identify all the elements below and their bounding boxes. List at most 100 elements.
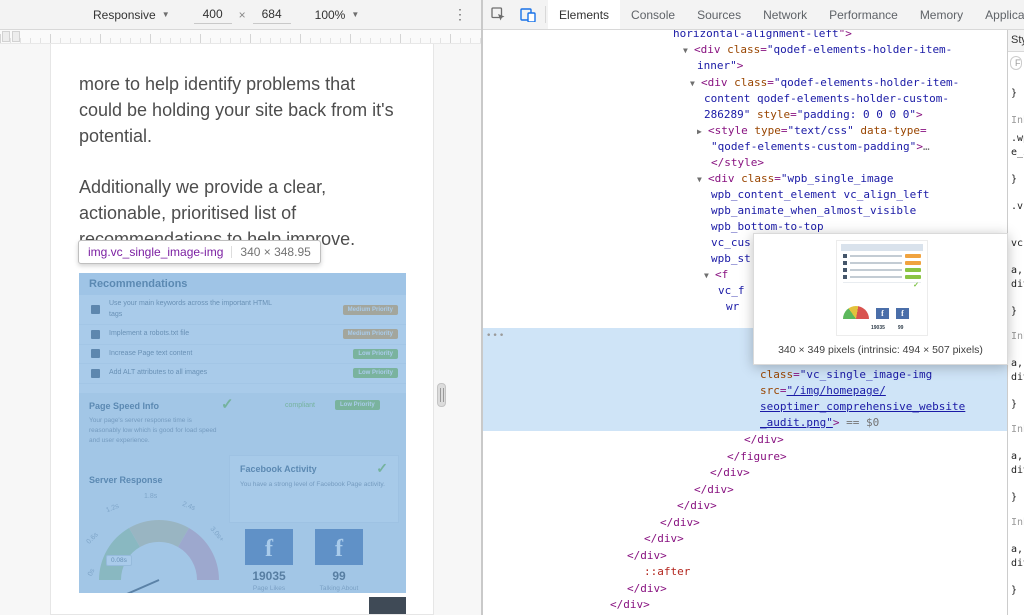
devtools-toolbar: ElementsConsoleSourcesNetworkPerformance… <box>483 0 1024 30</box>
tab-network[interactable]: Network <box>752 0 818 29</box>
dom-tree-line[interactable]: "qodef-elements-custom-padding">… <box>711 139 930 155</box>
dom-tree-line[interactable]: ::after <box>644 564 690 580</box>
image-preview-popup: ✓ f f 19035 99 340 × 349 pixels (intrins… <box>753 233 1008 365</box>
styles-fragment: a, <box>1011 451 1023 462</box>
devtools-tabs: ElementsConsoleSourcesNetworkPerformance… <box>548 0 1024 29</box>
inspect-highlight-overlay <box>79 273 406 593</box>
devtools-pane: ••• horizontal-alignment-left">▼<div cla… <box>483 0 1024 615</box>
node-menu-dots[interactable]: ••• <box>486 331 505 341</box>
styles-fragments: }Inh.wpe_i}.vcvca,div}Inha,div}Inha,div}… <box>1008 30 1024 615</box>
styles-fragment: } <box>1011 399 1017 410</box>
tooltip-divider <box>231 246 232 258</box>
dimension-separator: × <box>239 8 246 22</box>
viewport-height-input[interactable]: 684 <box>253 5 291 24</box>
styles-fragment: .wp <box>1011 133 1024 144</box>
dom-tree-line[interactable]: inner"> <box>697 58 743 74</box>
dom-tree-line[interactable]: </div> <box>694 482 734 498</box>
dom-tree-line[interactable]: </div> <box>627 548 667 564</box>
styles-fragment: e_i <box>1011 147 1024 158</box>
tooltip-dimensions: 340 × 348.95 <box>240 245 310 259</box>
dom-tree-line[interactable]: </div> <box>627 581 667 597</box>
dom-tree-line[interactable]: </div> <box>610 597 650 613</box>
ruler-corner <box>12 31 20 42</box>
dom-tree-line[interactable]: class="vc_single_image-img <box>760 367 932 383</box>
more-options-icon[interactable]: ⋮ <box>453 7 467 21</box>
screen: { "device_toolbar":{"mode":"Responsive",… <box>0 0 1024 615</box>
page-paragraph: more to help identify problems that coul… <box>51 44 433 149</box>
dom-tree-line[interactable]: vc_cus <box>711 235 751 251</box>
dom-tree-line[interactable]: vc_f <box>718 283 745 299</box>
styles-fragment: a, <box>1011 544 1023 555</box>
dom-tree-line[interactable]: wr <box>726 299 739 315</box>
thumb-gauge <box>843 306 869 319</box>
dom-tree-line[interactable]: </div> <box>744 432 784 448</box>
dom-tree-line[interactable]: </figure> <box>727 449 787 465</box>
tab-memory[interactable]: Memory <box>909 0 974 29</box>
dom-tree-line[interactable]: ▶<style type="text/css" data-type= <box>697 123 927 139</box>
styles-fragment: } <box>1011 585 1017 596</box>
dom-tree-line[interactable]: </style> <box>711 155 764 171</box>
device-canvas: more to help identify problems that coul… <box>0 44 481 615</box>
dom-tree-line[interactable]: ▼<div class="wpb_single_image <box>697 171 893 187</box>
tooltip-selector: img.vc_single_image-img <box>88 245 223 259</box>
dom-tree-line[interactable]: </div> <box>660 515 700 531</box>
thumb-divider: ✓ <box>843 282 921 290</box>
thumb-row <box>843 275 921 279</box>
dom-tree-line[interactable]: 286289" style="padding: 0 0 0 0"> <box>704 107 923 123</box>
inspect-icon[interactable] <box>483 0 513 29</box>
dom-tree-line[interactable]: ▼<f <box>704 267 728 283</box>
thumb-bottom: f f <box>843 306 909 319</box>
dom-tree-line[interactable]: wpb_content_element vc_align_left <box>711 187 930 203</box>
styles-fragment: Inh <box>1011 331 1024 342</box>
tab-elements[interactable]: Elements <box>548 0 620 29</box>
styles-fragment: } <box>1011 306 1017 317</box>
styles-fragment: .vc <box>1011 201 1024 212</box>
facebook-icon: f <box>896 308 909 319</box>
dom-tree-line[interactable]: src="/img/homepage/ <box>760 383 886 399</box>
dom-tree-line[interactable]: seoptimer_comprehensive_website <box>760 399 965 415</box>
page-paragraph: Additionally we provide a clear, actiona… <box>51 149 433 252</box>
horizontal-ruler <box>0 30 481 44</box>
styles-fragment: vc <box>1011 238 1023 249</box>
device-toolbar: Responsive ▼ 400 × 684 100% ▼ ⋮ <box>0 0 481 30</box>
tab-sources[interactable]: Sources <box>686 0 752 29</box>
styles-fragment: div <box>1011 372 1024 383</box>
viewport-width-input[interactable]: 400 <box>194 5 232 24</box>
device-type-label: Responsive <box>93 8 156 22</box>
styles-panel: Styles Filter }Inh.wpe_i}.vcvca,div}Inha… <box>1007 30 1024 615</box>
zoom-label: 100% <box>315 8 346 22</box>
styles-fragment: div <box>1011 279 1024 290</box>
dom-tree-line[interactable]: _audit.png"> == $0 <box>760 415 879 431</box>
dom-tree-line[interactable]: content qodef-elements-holder-custom- <box>704 91 949 107</box>
zoom-dropdown[interactable]: 100% ▼ <box>315 8 360 22</box>
device-type-dropdown[interactable]: Responsive ▼ <box>93 8 170 22</box>
ruler-corner <box>2 31 10 42</box>
dom-tree-line[interactable]: </div> <box>644 531 684 547</box>
device-toolbar-toggle-icon[interactable] <box>513 0 543 29</box>
dom-tree-line[interactable]: ▼<div class="qodef-elements-holder-item- <box>683 42 952 58</box>
viewport-page[interactable]: more to help identify problems that coul… <box>50 44 434 615</box>
dom-tree-line[interactable]: </div> <box>677 498 717 514</box>
image-dimensions-caption: 340 × 349 pixels (intrinsic: 494 × 507 p… <box>754 344 1007 356</box>
styles-fragment: div <box>1011 465 1024 476</box>
inspect-tooltip: img.vc_single_image-img 340 × 348.95 <box>78 240 321 264</box>
styles-fragment: } <box>1011 174 1017 185</box>
tab-console[interactable]: Console <box>620 0 686 29</box>
thumb-rows <box>837 254 927 279</box>
styles-fragment: Inh <box>1011 424 1024 435</box>
dom-tree-line[interactable]: wpb_animate_when_almost_visible <box>711 203 916 219</box>
inspected-image[interactable]: Recommendations Use your main keywords a… <box>79 273 406 593</box>
dom-tree-line[interactable]: ▼<div class="qodef-elements-holder-item- <box>690 75 959 91</box>
viewport-resize-handle[interactable] <box>437 383 446 407</box>
dom-tree-line[interactable]: </div> <box>710 465 750 481</box>
thumb-row <box>843 254 921 258</box>
image-thumbnail: ✓ f f 19035 99 <box>836 240 928 336</box>
styles-fragment: div <box>1011 558 1024 569</box>
devtools-divider[interactable] <box>481 0 483 615</box>
dom-tree-line[interactable]: wpb_st <box>711 251 751 267</box>
page-dark-widget[interactable] <box>369 597 406 615</box>
thumb-stats: 19035 99 <box>871 325 903 331</box>
tab-application[interactable]: Application <box>974 0 1024 29</box>
styles-fragment: Inh <box>1011 115 1024 126</box>
tab-performance[interactable]: Performance <box>818 0 909 29</box>
